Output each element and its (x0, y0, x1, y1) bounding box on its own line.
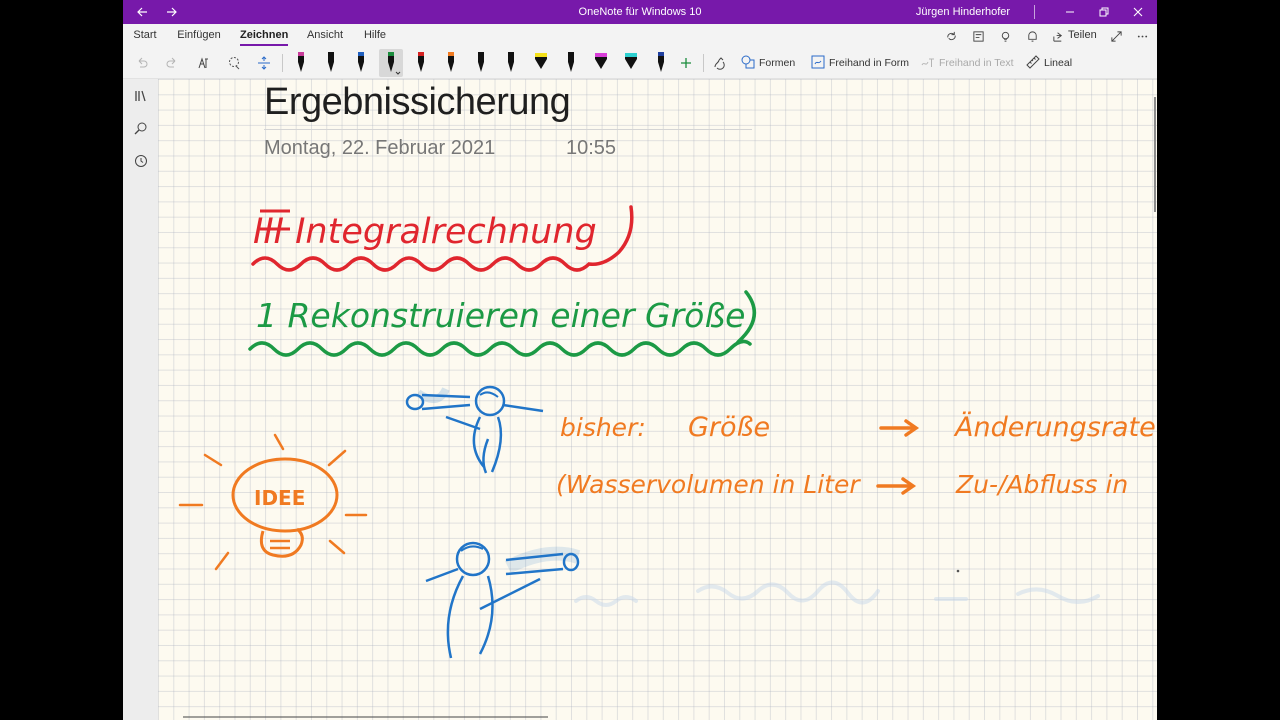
ink-to-shape-label: Freihand in Form (829, 57, 909, 69)
page-scrollbar[interactable] (1154, 97, 1156, 212)
ink-to-text-label: Freihand in Text (939, 57, 1014, 69)
pen-tool[interactable] (289, 49, 313, 77)
shapes-label: Formen (759, 57, 796, 69)
pen-tool[interactable] (379, 49, 403, 77)
note-page[interactable]: Ergebnissicherung Montag, 22. Februar 20… (158, 79, 1157, 720)
ink-to-text-icon (921, 55, 935, 72)
more-options-icon[interactable] (1134, 28, 1150, 44)
ink-arrow-row1 (879, 419, 920, 437)
insert-space-icon[interactable] (251, 50, 277, 76)
user-name[interactable]: Jürgen Hinderhofer (893, 0, 1033, 24)
ink-dot (956, 569, 960, 573)
pen-icon (418, 52, 424, 72)
pen-icon (568, 52, 574, 72)
pen-tool[interactable] (349, 49, 373, 77)
tab-zeichnen[interactable]: Zeichnen (240, 24, 288, 47)
ink-faded-replay (574, 580, 1100, 607)
ruler-label: Lineal (1044, 57, 1073, 69)
title-separator (1034, 5, 1035, 19)
draw-toolbar: Formen Freihand in Form Freihand in Text… (123, 47, 1157, 79)
ink-heading-red: III Integralrechnung (253, 212, 597, 252)
pen-tool[interactable] (649, 49, 673, 77)
pen-tool[interactable] (529, 49, 553, 77)
pen-tool[interactable] (589, 49, 613, 77)
pen-icon (358, 52, 364, 72)
ink-to-shape-icon (811, 55, 825, 72)
lightbulb-icon[interactable] (997, 28, 1013, 44)
onenote-window: OneNote für Windows 10 Jürgen Hinderhofe… (123, 0, 1157, 720)
pen-tool[interactable] (439, 49, 463, 77)
pen-tool[interactable] (469, 49, 493, 77)
type-select-icon[interactable] (191, 50, 217, 76)
tab-hilfe[interactable]: Hilfe (361, 24, 389, 47)
pen-icon (595, 53, 607, 69)
add-pen-icon[interactable] (673, 50, 699, 76)
ink-row2-right: Zu-/Abfluss in (955, 470, 1128, 499)
pen-tool[interactable] (619, 49, 643, 77)
pen-icon (508, 52, 514, 72)
title-bar: OneNote für Windows 10 Jürgen Hinderhofe… (123, 0, 1157, 24)
ruler-icon (1026, 54, 1040, 72)
restore-icon[interactable] (1087, 0, 1121, 24)
ink-wavy-underline-green (248, 339, 752, 357)
ink-idea-label: IDEE (254, 486, 305, 510)
side-navigation (123, 79, 158, 720)
undo-icon[interactable] (129, 50, 155, 76)
notebooks-icon[interactable] (132, 87, 150, 105)
bell-icon[interactable] (1024, 28, 1040, 44)
ink-row1-left: bisher: (560, 413, 646, 442)
ink-row1-right: Änderungsrate (953, 411, 1156, 443)
ink-to-shape-button[interactable]: Freihand in Form (811, 51, 909, 75)
pen-icon (298, 52, 304, 72)
ink-row2-mid: (Wasservolumen in Liter (556, 470, 861, 499)
pen-icon (478, 52, 484, 72)
close-icon[interactable] (1121, 0, 1155, 24)
immersive-reader-icon[interactable] (970, 28, 986, 44)
toolbar-separator (282, 54, 283, 72)
expand-icon[interactable] (1108, 28, 1124, 44)
toolbar-separator (703, 54, 704, 72)
ruler-button[interactable]: Lineal (1026, 51, 1072, 75)
ink-to-text-button[interactable]: Freihand in Text (921, 51, 1014, 75)
ink-layer[interactable]: III Integralrechnung 1 Rekonstruieren ei… (158, 79, 1157, 720)
recent-notes-icon[interactable] (132, 152, 150, 170)
forward-arrow-icon[interactable] (155, 0, 189, 24)
ink-arrow-row2 (876, 477, 917, 495)
ink-heading-green: 1 Rekonstruieren einer Größe (256, 296, 745, 335)
minimize-icon[interactable] (1053, 0, 1087, 24)
sync-icon[interactable] (943, 28, 959, 44)
ribbon-tabs: Start Einfügen Zeichnen Ansicht Hilfe Te… (123, 24, 1157, 47)
ink-row1-mid: Größe (688, 412, 770, 443)
ink-figure-telescope-left (405, 385, 544, 474)
lasso-select-icon[interactable] (221, 50, 247, 76)
pen-tool[interactable] (409, 49, 433, 77)
ink-replay-icon[interactable] (706, 50, 732, 76)
shapes-button[interactable]: Formen (741, 51, 795, 75)
pen-icon (658, 52, 664, 72)
pen-tool[interactable] (559, 49, 583, 77)
tab-ansicht[interactable]: Ansicht (305, 24, 345, 47)
pen-tool[interactable] (319, 49, 343, 77)
pen-icon (388, 52, 401, 75)
share-icon[interactable] (1051, 28, 1065, 44)
pen-tool[interactable] (499, 49, 523, 77)
shapes-icon (741, 55, 755, 72)
ink-figure-telescope-right (425, 541, 581, 659)
pen-icon (448, 52, 454, 72)
tab-einfuegen[interactable]: Einfügen (177, 24, 221, 47)
pen-icon (328, 52, 334, 72)
search-icon[interactable] (132, 119, 150, 137)
share-button[interactable]: Teilen (1068, 24, 1097, 47)
pen-icon (625, 53, 637, 69)
pen-icon (535, 53, 547, 69)
redo-icon[interactable] (159, 50, 185, 76)
tab-start[interactable]: Start (129, 24, 161, 47)
back-arrow-icon[interactable] (125, 0, 159, 24)
